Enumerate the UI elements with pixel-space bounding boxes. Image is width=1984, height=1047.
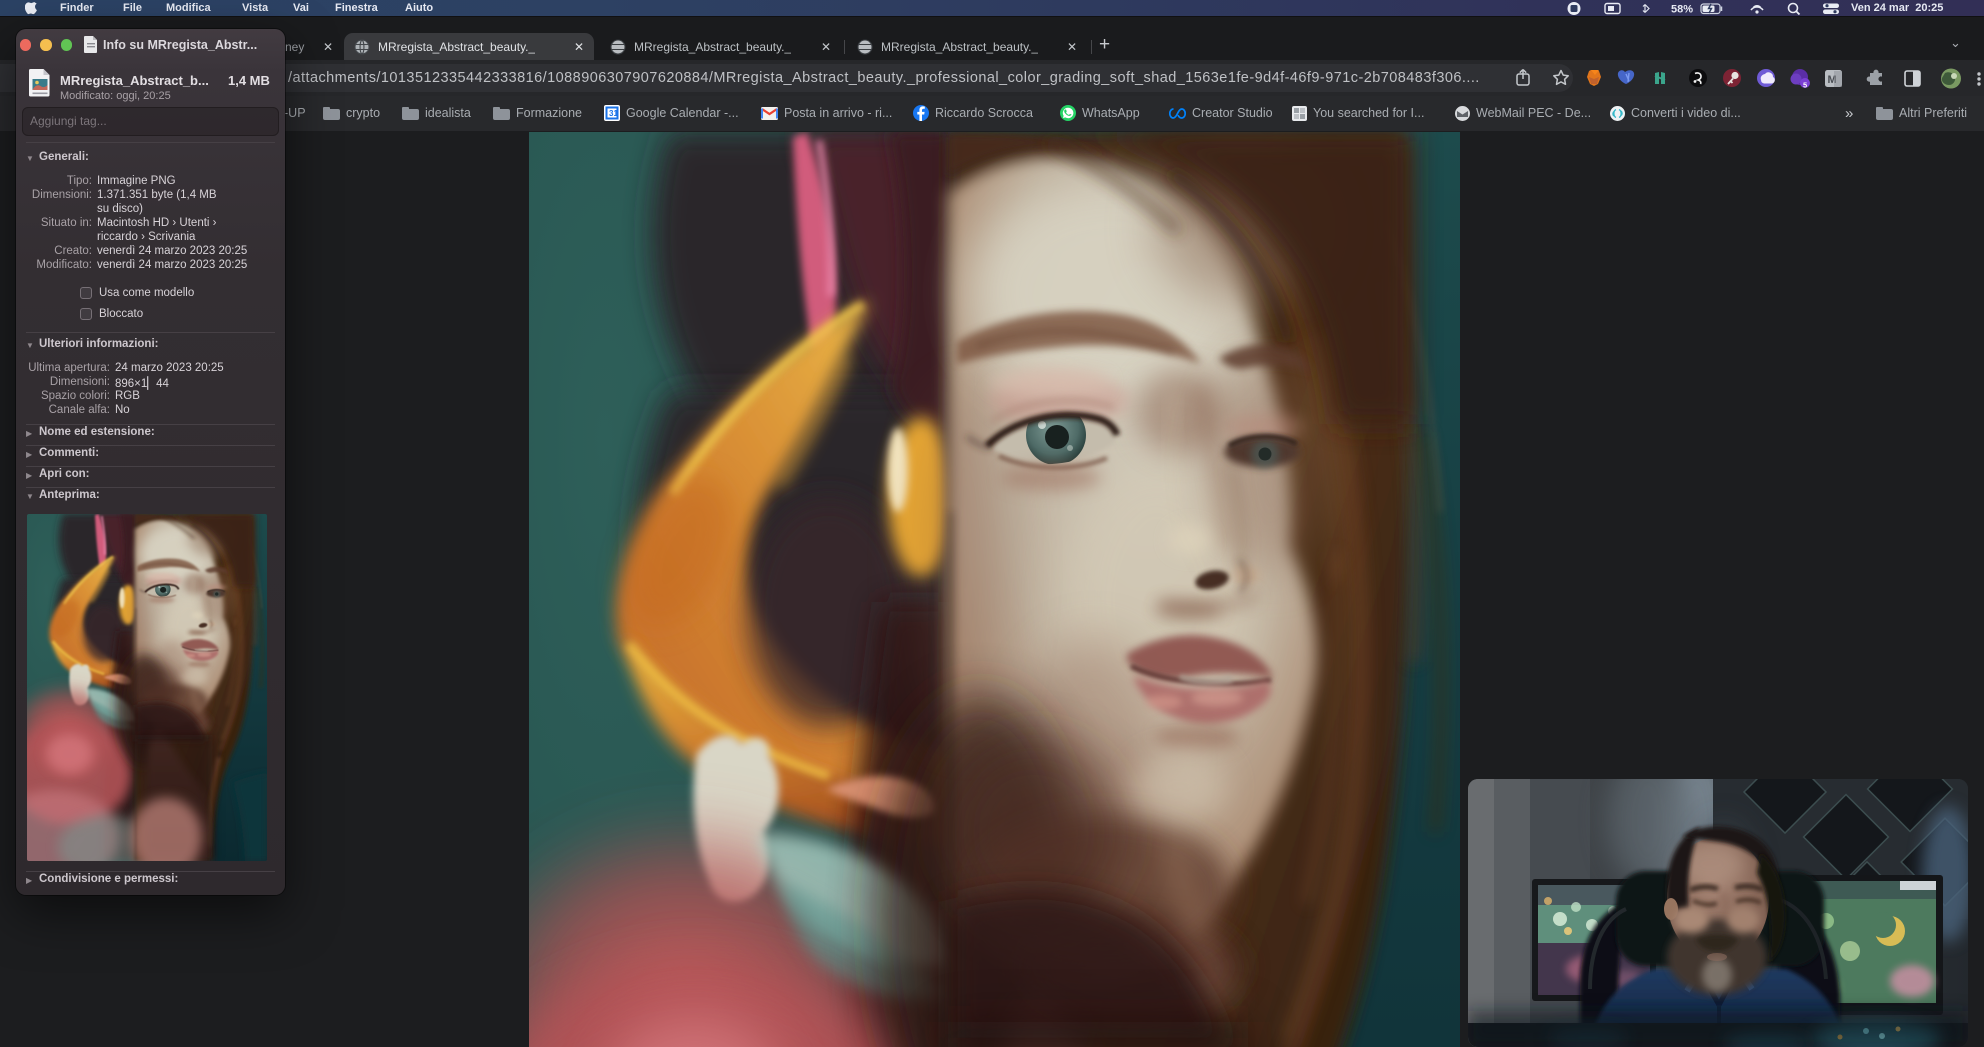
svg-text:58%: 58% (1671, 4, 1693, 16)
svg-text:5: 5 (1803, 81, 1807, 90)
svg-text:31: 31 (609, 109, 618, 118)
